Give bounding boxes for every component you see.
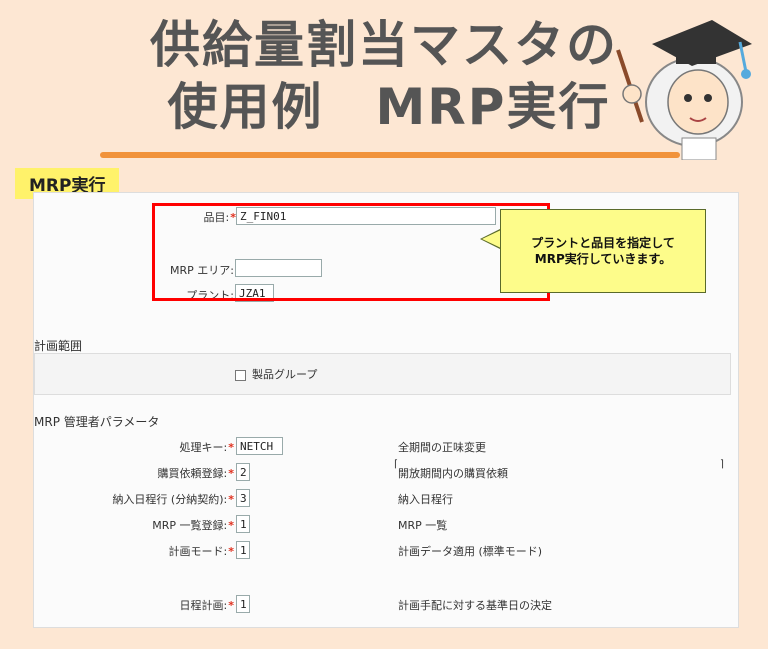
scheduling-label: 日程計画:* [179,599,234,612]
product-group-checkbox[interactable] [235,369,246,381]
callout-note: プラントと品目を指定して MRP実行していきます。 [500,209,706,293]
highlight-box [152,203,550,301]
scheduling-input[interactable]: 1 [236,595,250,613]
mrp-list-label: MRP 一覧登録:* [152,519,234,532]
product-group-label: 製品グループ [252,368,318,381]
processing-key-desc: 全期間の正味変更 [398,441,486,454]
title-underline [100,152,680,158]
planning-scope-panel: 製品グループ [34,353,731,395]
processing-key-input[interactable]: NETCH [236,437,283,455]
mrp-list-desc: MRP 一覧 [398,519,448,532]
product-group-option[interactable]: 製品グループ [235,366,317,382]
mrp-list-input[interactable]: 1 [236,515,250,533]
mrp-params-title: MRP 管理者パラメータ [34,415,160,429]
mrp-form-panel: 品目:* Z_FIN01 MRP エリア: プラント: JZA1 プラントと品目… [33,192,739,628]
purchase-req-input[interactable]: 2 [236,463,250,481]
callout-line-1: プラントと品目を指定して [531,236,675,250]
purchase-req-desc: 開放期間内の購買依頼 [398,467,508,480]
planning-mode-label: 計画モード:* [168,545,234,558]
professor-mascot-icon [616,20,752,160]
callout-line-2: MRP実行していきます。 [534,252,672,266]
scheduling-desc: 計画手配に対する基準日の決定 [398,599,552,612]
delivery-schedule-desc: 納入日程行 [398,493,453,506]
planning-mode-input[interactable]: 1 [236,541,250,559]
mrp-params-panel: 処理キー:* NETCH 全期間の正味変更 購買依頼登録:* 2 ⌈ 開放期間内… [34,429,729,619]
purchase-req-label: 購買依頼登録:* [157,467,234,480]
planning-mode-desc: 計画データ適用 (標準モード) [398,545,543,558]
delivery-schedule-input[interactable]: 3 [236,489,250,507]
processing-key-label: 処理キー:* [179,441,234,454]
planning-scope-title: 計画範囲 [34,339,83,353]
delivery-schedule-label: 納入日程行 (分納契約):* [112,493,234,506]
